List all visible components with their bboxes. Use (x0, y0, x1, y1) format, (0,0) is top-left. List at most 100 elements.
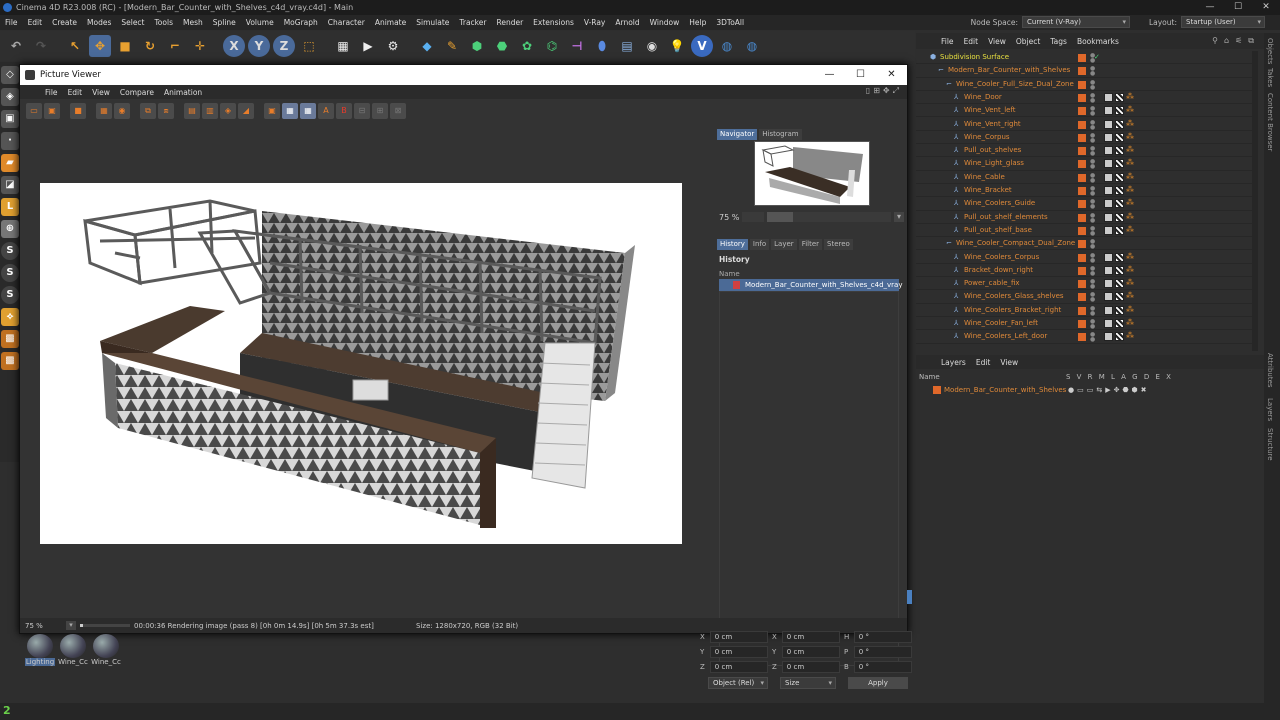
material-tag-icon[interactable] (1115, 172, 1124, 182)
ab-compare-icon[interactable]: ▤ (184, 103, 200, 119)
light-icon[interactable]: 💡 (666, 35, 688, 57)
selection-tag-icon[interactable]: ⁂ (1126, 319, 1135, 328)
object-scrollbar[interactable] (1252, 51, 1258, 351)
side-tab-takes[interactable]: Takes (1266, 68, 1274, 87)
visibility-dots-icon[interactable]: ● ● (1090, 332, 1095, 343)
camera-icon[interactable]: ◉ (641, 35, 663, 57)
visibility-dots-icon[interactable]: ● ● (1090, 199, 1095, 210)
menu-modes[interactable]: Modes (82, 18, 116, 27)
visibility-dots-icon[interactable]: ● ● (1090, 239, 1095, 250)
coord-field[interactable]: 0 cm (709, 646, 768, 658)
texture-mode-icon[interactable]: ▣ (1, 110, 19, 128)
menu-v-ray[interactable]: V-Ray (579, 18, 610, 27)
cube-icon[interactable]: ◆ (416, 35, 438, 57)
axis-mode-icon[interactable]: L (1, 198, 19, 216)
material-tag-icon[interactable] (1115, 292, 1124, 302)
coord-field[interactable]: 0 cm (781, 661, 840, 673)
layer-tag-icon[interactable] (1078, 253, 1086, 262)
object-row[interactable]: ⌐ Wine_Cooler_Full_Size_Dual_Zone ● ● (916, 78, 1256, 91)
object-row[interactable]: ⅄ Power_cable_fix ● ● ⁂ (916, 277, 1256, 291)
material-tag-icon[interactable] (1115, 106, 1124, 116)
layer-row[interactable]: Modern_Bar_Counter_with_Shelves ●▭▭⇆▶✥⬣⬢… (916, 384, 1264, 396)
layer-tag-icon[interactable] (1078, 54, 1086, 62)
coord-field[interactable]: 0 ° (853, 631, 912, 643)
layer-menu-view[interactable]: View (995, 358, 1023, 367)
z-axis-lock-button[interactable]: Z (273, 35, 295, 57)
material-tag-icon[interactable] (1115, 332, 1124, 342)
move-tool-icon[interactable]: ✥ (89, 35, 111, 57)
snap-icon[interactable]: ⊕ (1, 220, 19, 238)
pv-menu-edit[interactable]: Edit (63, 88, 88, 97)
paste-icon[interactable]: ⧈ (158, 103, 174, 119)
undo-icon[interactable]: ↶ (5, 35, 27, 57)
pv-maximize-icon[interactable]: ☐ (845, 65, 876, 85)
panel-expand-icon[interactable]: ⤢ (893, 86, 899, 96)
visibility-dots-icon[interactable]: ● ● (1090, 119, 1095, 130)
menu-file[interactable]: File (0, 18, 23, 27)
solo-icon[interactable]: S (1, 242, 19, 260)
minimize-icon[interactable]: — (1196, 0, 1224, 15)
object-row[interactable]: ⅄ Wine_Coolers_Corpus ● ● ⁂ (916, 251, 1256, 264)
history-item[interactable]: Modern_Bar_Counter_with_Shelves_c4d_vray (719, 279, 902, 291)
obj-menu-view[interactable]: View (983, 37, 1011, 46)
vray-icon[interactable]: V (691, 35, 713, 57)
transform-tool-icon[interactable]: ✛ (189, 35, 211, 57)
obj-menu-bookmarks[interactable]: Bookmarks (1072, 37, 1124, 46)
select-tool-icon[interactable]: ↖ (64, 35, 86, 57)
material-tag-icon[interactable] (1115, 305, 1124, 315)
coord-size-dropdown[interactable]: Size (780, 677, 836, 689)
extrude-icon[interactable]: ⬣ (491, 35, 513, 57)
vray-tag-icon[interactable] (1104, 319, 1113, 328)
menu-spline[interactable]: Spline (208, 18, 241, 27)
layer-flag-icons[interactable]: ●▭▭⇆▶✥⬣⬢✖ (1068, 384, 1150, 396)
layer-tag-icon[interactable] (1078, 293, 1086, 302)
node-space-dropdown[interactable]: Current (V-Ray) (1022, 16, 1130, 28)
menu-render[interactable]: Render (491, 18, 528, 27)
lock-icon[interactable]: ▩ (1, 352, 19, 370)
material-swatch[interactable]: Wine_Cc (58, 634, 88, 670)
visibility-dots-icon[interactable]: ● ● (1090, 279, 1095, 290)
tab-info[interactable]: Info (749, 239, 770, 250)
selection-tag-icon[interactable]: ⁂ (1126, 119, 1135, 129)
layer-tag-icon[interactable] (1078, 133, 1086, 142)
enabled-check-icon[interactable]: ✓ (1094, 51, 1100, 64)
menu-tools[interactable]: Tools (150, 18, 178, 27)
visibility-dots-icon[interactable]: ● ● (1090, 106, 1095, 117)
open-image-icon[interactable]: ▭ (26, 103, 42, 119)
polygons-mode-icon[interactable]: ▰ (1, 154, 19, 172)
coord-field[interactable]: 0 ° (853, 646, 912, 658)
make-editable-icon[interactable]: ◇ (1, 66, 19, 84)
object-row[interactable]: ⅄ Wine_Bracket ● ● ⁂ (916, 184, 1256, 198)
vray-tag-icon[interactable] (1104, 265, 1113, 275)
menu-extensions[interactable]: Extensions (528, 18, 579, 27)
layer-tag-icon[interactable] (1078, 280, 1086, 289)
object-row[interactable]: ⅄ Wine_Coolers_Left_door ● ● ⁂ (916, 330, 1256, 344)
grid-lock-icon[interactable]: ▩ (1, 330, 19, 348)
layer-tag-icon[interactable] (1078, 120, 1086, 129)
layer-tag-icon[interactable] (1078, 200, 1086, 209)
pv-menu-compare[interactable]: Compare (115, 88, 159, 97)
save-image-icon[interactable]: ▣ (44, 103, 60, 119)
solo-hierarchy-icon[interactable]: S (1, 286, 19, 304)
pen-spline-icon[interactable]: ✎ (441, 35, 463, 57)
material-tag-icon[interactable] (1115, 146, 1124, 156)
panel-layout-icon[interactable]: ▯ (866, 86, 870, 96)
workplane-icon[interactable]: ⟡ (1, 308, 19, 326)
set-a-icon[interactable]: A (318, 103, 334, 119)
material-tag-icon[interactable] (1115, 252, 1124, 262)
menu-mograph[interactable]: MoGraph (279, 18, 323, 27)
cloner-icon[interactable]: ✿ (516, 35, 538, 57)
obj-menu-edit[interactable]: Edit (959, 37, 984, 46)
ab-diff-icon[interactable]: ◈ (220, 103, 236, 119)
panel-move-icon[interactable]: ✥ (883, 86, 890, 96)
visibility-dots-icon[interactable]: ● ● (1090, 252, 1095, 263)
close-icon[interactable]: ✕ (1252, 0, 1280, 15)
vray-tag-icon[interactable] (1104, 92, 1113, 102)
vray-tag-icon[interactable] (1104, 212, 1113, 222)
selection-tag-icon[interactable]: ⁂ (1126, 279, 1135, 288)
python-script-icon[interactable]: ◍ (741, 35, 763, 57)
vray-tag-icon[interactable] (1104, 225, 1113, 235)
side-tab-objects[interactable]: Objects (1266, 38, 1274, 64)
layer-menu-edit[interactable]: Edit (971, 358, 996, 367)
material-tag-icon[interactable] (1115, 212, 1124, 222)
